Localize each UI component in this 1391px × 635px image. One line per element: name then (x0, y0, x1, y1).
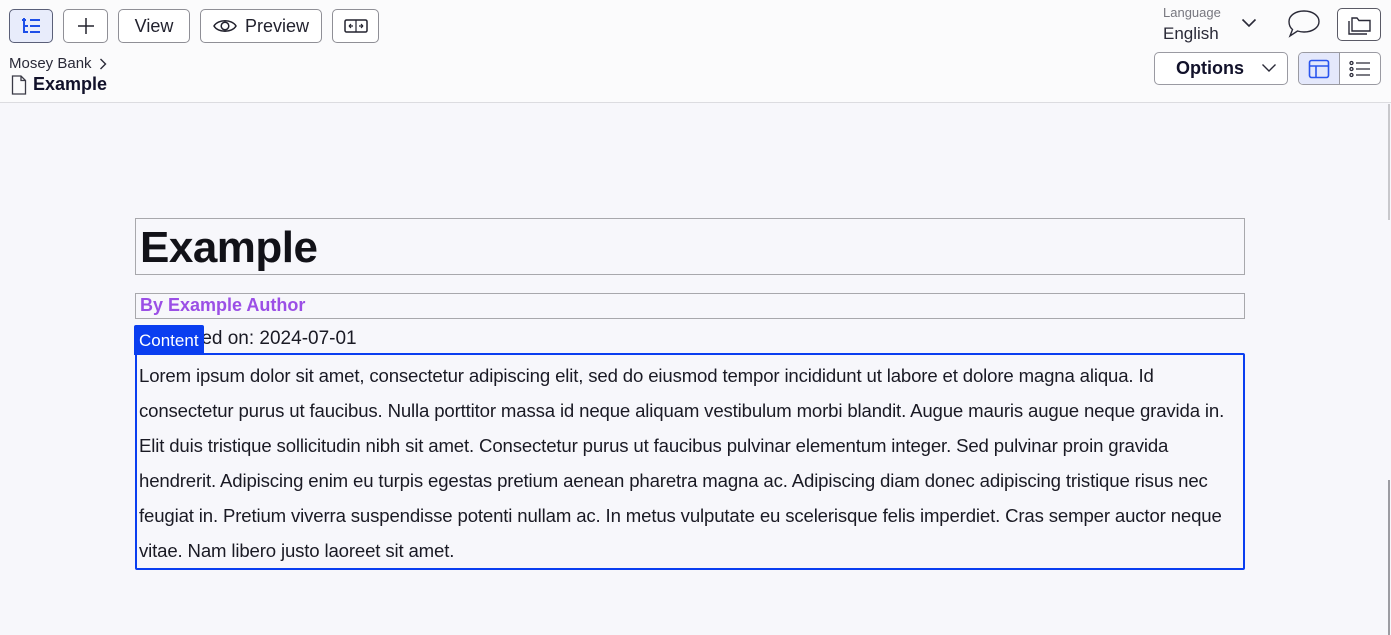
split-view-icon (343, 19, 368, 33)
document-author: By Example Author (140, 295, 306, 315)
chevron-down-icon[interactable] (1241, 18, 1257, 28)
top-toolbar: View Preview Mosey Bank Example Language… (0, 0, 1391, 103)
folders-icon (1348, 16, 1371, 35)
list-icon (1349, 60, 1370, 77)
chevron-down-icon (1262, 64, 1276, 72)
content-field-tag[interactable]: Content (134, 325, 204, 355)
language-caption: Language (1163, 5, 1221, 20)
language-selector[interactable]: Language English (1163, 5, 1221, 44)
folders-button[interactable] (1337, 8, 1381, 41)
comment-icon[interactable] (1287, 9, 1321, 39)
view-button-label: View (134, 15, 174, 36)
scrollbar-track-top[interactable] (1388, 104, 1390, 220)
plus-icon (77, 18, 94, 34)
page-title: Example (11, 74, 107, 95)
tree-structure-icon (22, 18, 40, 33)
chevron-right-icon (99, 58, 107, 69)
layout-icon (1308, 59, 1330, 78)
view-button[interactable]: View (118, 9, 190, 43)
page-title-text: Example (33, 74, 108, 94)
list-view-button[interactable] (1340, 53, 1380, 84)
scrollbar-thumb[interactable] (1388, 480, 1390, 635)
breadcrumb-parent-link[interactable]: Mosey Bank (9, 55, 92, 72)
view-mode-toggle (1298, 52, 1381, 85)
author-field[interactable]: By Example Author (135, 293, 1245, 319)
layout-view-button[interactable] (1299, 53, 1340, 84)
add-button[interactable] (63, 9, 108, 43)
content-tree-button[interactable] (9, 9, 53, 43)
breadcrumb: Mosey Bank (9, 55, 107, 72)
preview-button[interactable]: Preview (200, 9, 322, 43)
options-dropdown[interactable]: Options (1154, 52, 1288, 85)
language-value: English (1163, 24, 1219, 43)
content-body-text: Lorem ipsum dolor sit amet, consectetur … (139, 365, 1225, 561)
options-label: Options (1176, 58, 1244, 78)
document-title: Example (140, 223, 318, 272)
preview-button-label: Preview (244, 15, 310, 36)
document-icon (11, 74, 27, 95)
split-view-button[interactable] (332, 9, 379, 43)
eye-icon (213, 20, 237, 32)
document-canvas: Example By Example Author Published on: … (0, 104, 1385, 635)
content-field[interactable]: Lorem ipsum dolor sit amet, consectetur … (135, 353, 1245, 570)
title-field[interactable]: Example (135, 218, 1245, 275)
